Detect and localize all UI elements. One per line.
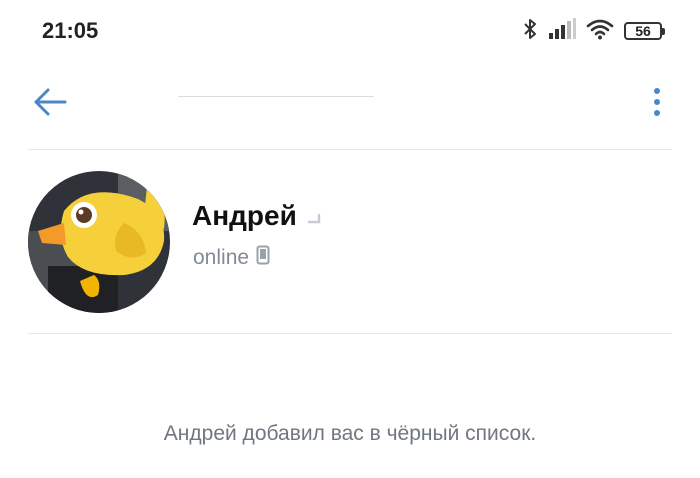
title-placeholder (178, 96, 374, 97)
status-time: 21:05 (42, 18, 99, 43)
profile-header: Андрей online (0, 150, 700, 334)
reply-mark-icon (307, 211, 323, 229)
battery-level: 56 (635, 23, 651, 39)
battery-icon: 56 (624, 22, 665, 40)
arrow-left-icon (34, 88, 67, 116)
name-row: Андрей (192, 200, 323, 232)
avatar[interactable] (28, 171, 170, 313)
mobile-phone-icon (256, 245, 270, 270)
signal-icon (548, 17, 576, 45)
more-vertical-icon (654, 88, 660, 116)
status-row: online (193, 245, 270, 270)
wifi-icon (586, 18, 614, 45)
divider-bottom (28, 333, 672, 334)
more-options-button[interactable] (640, 80, 674, 124)
status-bar: 21:05 56 (0, 0, 700, 62)
status-icons: 56 (522, 17, 665, 46)
profile-name: Андрей (192, 200, 297, 231)
duck-sticker-avatar (28, 171, 170, 313)
blacklist-message: Андрей добавил вас в чёрный список. (163, 422, 537, 445)
bluetooth-icon (522, 17, 538, 46)
online-status: online (193, 245, 250, 269)
nav-bar (0, 62, 700, 150)
back-button[interactable] (28, 80, 72, 124)
